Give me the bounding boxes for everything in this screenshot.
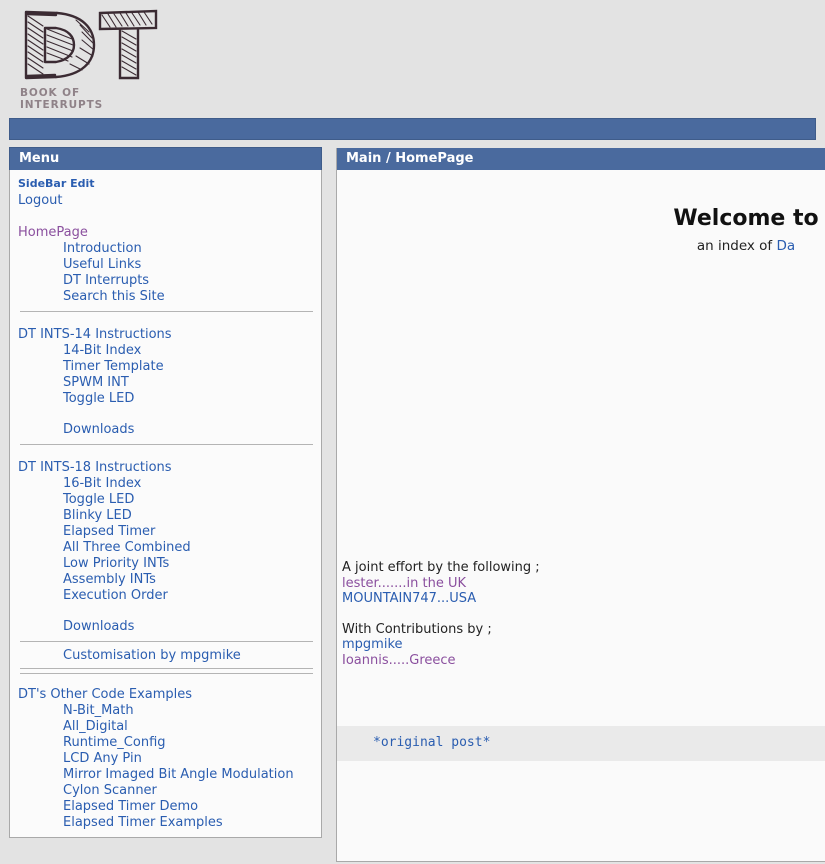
page-subtitle-link[interactable]: Da [776, 238, 795, 254]
sidebar-item-cylon-scanner[interactable]: Cylon Scanner [18, 783, 315, 799]
contributions-label: With Contributions by ; [342, 621, 492, 637]
sidebar-item-spwm-int[interactable]: SPWM INT [18, 375, 315, 391]
sidebar-heading-homepage[interactable]: HomePage [18, 224, 315, 241]
sidebar-item-n-bit-math[interactable]: N-Bit_Math [18, 703, 315, 719]
sidebar-item-assembly-ints[interactable]: Assembly INTs [18, 572, 315, 588]
sidebar-item-elapsed-timer-examples[interactable]: Elapsed Timer Examples [18, 815, 315, 831]
sidebar-item-sidebar-edit[interactable]: SideBar Edit [18, 175, 315, 192]
sidebar-divider [20, 668, 313, 669]
sidebar-item-blinky-led[interactable]: Blinky LED [18, 508, 315, 524]
sidebar-heading-dt-ints-18[interactable]: DT INTS-18 Instructions [18, 459, 315, 476]
sidebar-item-useful-links[interactable]: Useful Links [18, 257, 315, 273]
sidebar-item-timer-template[interactable]: Timer Template [18, 359, 315, 375]
credit-link-lester[interactable]: lester.......in the UK [342, 576, 540, 592]
sidebar-heading-other-code-examples[interactable]: DT's Other Code Examples [18, 686, 315, 703]
sidebar-title: Menu [9, 147, 322, 170]
site-logo[interactable]: BOOK OF INTERRUPTS [16, 6, 166, 111]
sidebar-item-logout[interactable]: Logout [18, 192, 315, 209]
code-block-line: *original post* [373, 735, 491, 750]
sidebar-item-all-digital[interactable]: All_Digital [18, 719, 315, 735]
page-columns: Menu SideBar Edit Logout HomePage Introd… [9, 147, 825, 862]
credits-spacer [342, 607, 540, 622]
code-block: *original post* [337, 726, 825, 761]
credit-link-mpgmike[interactable]: mpgmike [342, 637, 540, 653]
sidebar-item-customisation-by-mpgmike[interactable]: Customisation by mpgmike [18, 648, 315, 664]
sidebar-body: SideBar Edit Logout HomePage Introductio… [10, 170, 321, 837]
sidebar-divider-second [20, 673, 313, 674]
sidebar-item-14-bit-index[interactable]: 14-Bit Index [18, 343, 315, 359]
logo-subtitle: BOOK OF INTERRUPTS [20, 87, 104, 111]
sidebar-divider [20, 444, 313, 445]
breadcrumb: Main / HomePage [337, 148, 825, 170]
sidebar-item-mirror-imaged-bit-angle-modulation[interactable]: Mirror Imaged Bit Angle Modulation [18, 767, 315, 783]
main-panel: Main / HomePage Welcome to an index of D… [336, 148, 825, 862]
dt-logo-icon [24, 9, 158, 80]
sidebar-panel: Menu SideBar Edit Logout HomePage Introd… [9, 147, 322, 838]
sidebar-item-runtime-config[interactable]: Runtime_Config [18, 735, 315, 751]
sidebar-heading-dt-ints-14[interactable]: DT INTS-14 Instructions [18, 326, 315, 343]
sidebar-item-dt-interrupts[interactable]: DT Interrupts [18, 273, 315, 289]
sidebar-divider [20, 311, 313, 312]
joint-effort-label: A joint effort by the following ; [342, 560, 540, 575]
sidebar-item-toggle-led-14[interactable]: Toggle LED [18, 391, 315, 407]
main-content: Welcome to an index of Da A joint effort… [337, 170, 825, 860]
top-navigation-bar [9, 118, 816, 140]
sidebar-item-toggle-led-18[interactable]: Toggle LED [18, 492, 315, 508]
credits-block: A joint effort by the following ; lester… [342, 560, 540, 669]
sidebar-item-introduction[interactable]: Introduction [18, 241, 315, 257]
sidebar-item-downloads-18[interactable]: Downloads [18, 619, 315, 635]
sidebar-item-all-three-combined[interactable]: All Three Combined [18, 540, 315, 556]
sidebar-item-execution-order[interactable]: Execution Order [18, 588, 315, 604]
site-header: BOOK OF INTERRUPTS [0, 0, 825, 118]
sidebar-item-low-priority-ints[interactable]: Low Priority INTs [18, 556, 315, 572]
sidebar-divider [20, 641, 313, 642]
page-subtitle: an index of Da [337, 238, 825, 254]
welcome-block: Welcome to an index of Da [337, 170, 825, 254]
column-gutter [322, 148, 336, 862]
sidebar-item-16-bit-index[interactable]: 16-Bit Index [18, 476, 315, 492]
sidebar-item-downloads-14[interactable]: Downloads [18, 422, 315, 438]
sidebar-item-lcd-any-pin[interactable]: LCD Any Pin [18, 751, 315, 767]
sidebar-item-elapsed-timer[interactable]: Elapsed Timer [18, 524, 315, 540]
credit-link-ioannis[interactable]: Ioannis.....Greece [342, 653, 540, 669]
sidebar-item-search-this-site[interactable]: Search this Site [18, 289, 315, 305]
credit-link-mountain747[interactable]: MOUNTAIN747...USA [342, 591, 540, 607]
sidebar-item-elapsed-timer-demo[interactable]: Elapsed Timer Demo [18, 799, 315, 815]
page-subtitle-prefix: an index of [696, 238, 777, 254]
page-title: Welcome to [673, 206, 819, 231]
